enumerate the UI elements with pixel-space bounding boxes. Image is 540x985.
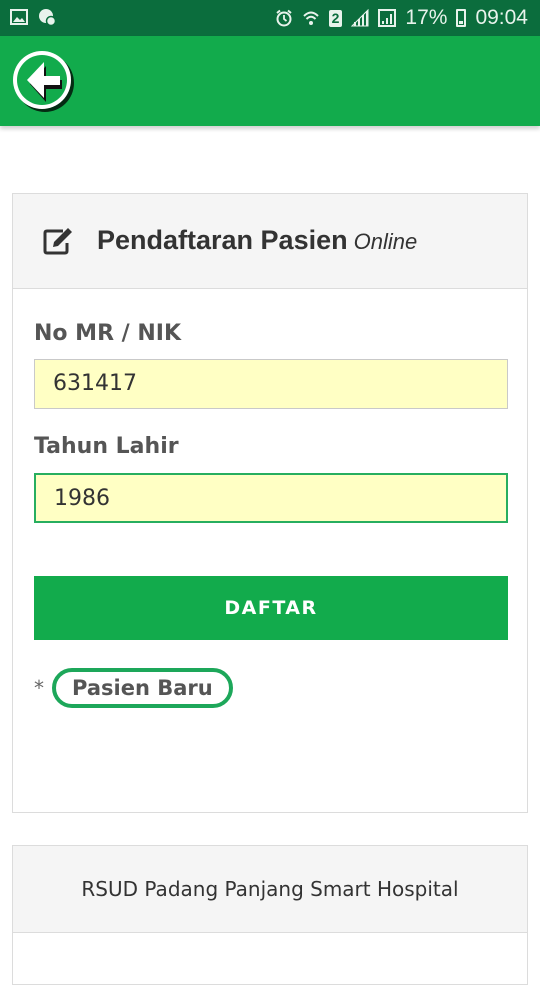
battery-percent: 17%	[405, 6, 448, 29]
status-bar-right: 2 17% 09:04	[275, 6, 528, 30]
hospital-card-header: RSUD Padang Panjang Smart Hospital	[13, 846, 527, 933]
alarm-icon	[275, 9, 292, 27]
sim-slot-badge: 2	[328, 9, 343, 27]
signal-icon	[351, 9, 369, 27]
hospital-card: RSUD Padang Panjang Smart Hospital	[12, 845, 528, 985]
mr-nik-input[interactable]: 631417	[34, 359, 508, 409]
page-title: Pendaftaran Pasien Online	[97, 225, 417, 256]
new-patient-link[interactable]: Pasien Baru	[52, 668, 233, 708]
asterisk: *	[34, 676, 44, 700]
birth-year-input[interactable]: 1986	[34, 473, 508, 523]
birth-year-label: Tahun Lahir	[34, 434, 179, 459]
clock: 09:04	[475, 6, 528, 29]
wifi-icon	[302, 11, 319, 25]
signal-icon	[378, 9, 397, 27]
registration-card-header: Pendaftaran Pasien Online	[13, 194, 527, 289]
status-bar-left	[10, 8, 56, 26]
new-patient-row: * Pasien Baru	[34, 664, 233, 712]
status-bar: 2 17% 09:04	[0, 0, 540, 36]
hospital-name: RSUD Padang Panjang Smart Hospital	[81, 877, 459, 901]
back-arrow-icon[interactable]	[11, 49, 75, 113]
daftar-button[interactable]: DAFTAR	[34, 576, 508, 640]
title-suffix: Online	[353, 229, 418, 254]
edit-icon	[43, 228, 72, 255]
title-main: Pendaftaran Pasien	[97, 225, 348, 255]
app-bar	[0, 36, 540, 126]
mr-nik-label: No MR / NIK	[34, 321, 182, 346]
location-icon	[39, 9, 56, 26]
battery-icon	[456, 9, 467, 27]
registration-card: Pendaftaran Pasien Online No MR / NIK 631…	[12, 193, 528, 813]
image-icon	[10, 9, 28, 25]
